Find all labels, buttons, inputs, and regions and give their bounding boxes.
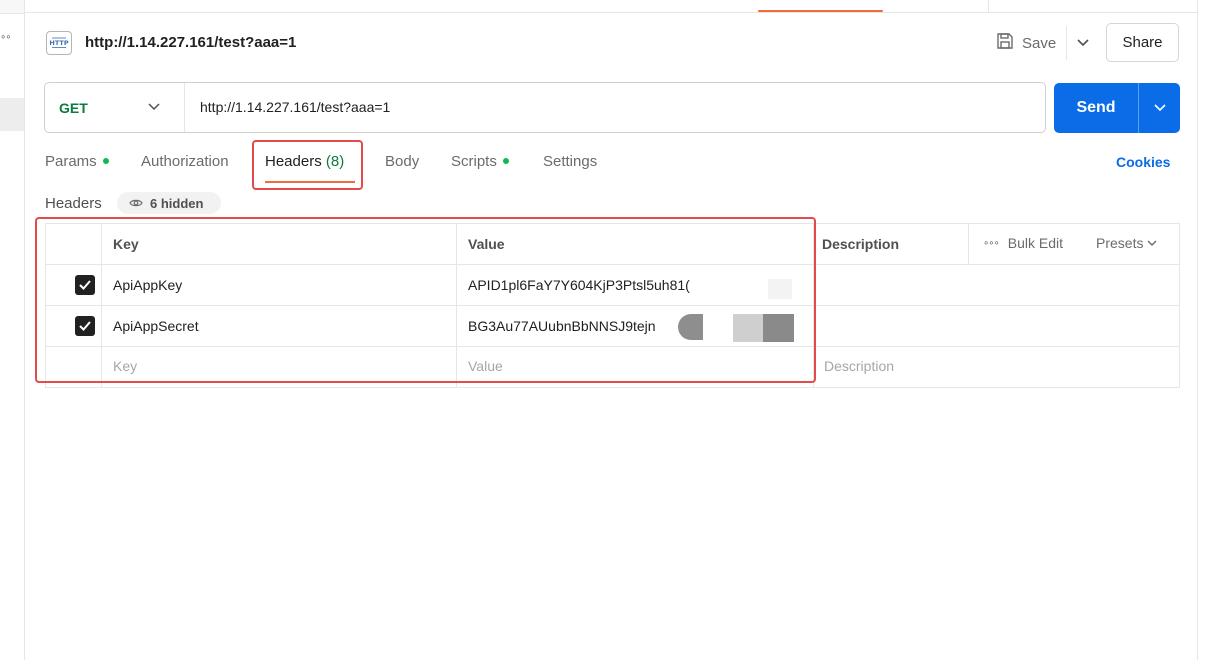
redaction-block (678, 314, 703, 340)
svg-text:HTTP: HTTP (49, 39, 68, 47)
redaction-block (733, 314, 763, 342)
more-dots-icon: ∘∘∘ (983, 237, 1000, 249)
tab-label: Params (45, 153, 97, 170)
column-header-key: Key (113, 236, 139, 252)
chevron-down-icon (1076, 39, 1089, 47)
cookies-link[interactable]: Cookies (1116, 154, 1170, 170)
header-value-cell[interactable]: BG3Au77AUubnBbNNSJ9tejn (468, 318, 656, 334)
new-key-input[interactable]: Key (113, 358, 137, 374)
row-divider (45, 346, 1180, 347)
tab-params[interactable]: Params (45, 153, 109, 170)
left-sidebar-rail: ∘∘ (0, 0, 25, 660)
presets-dropdown[interactable]: Presets (1096, 235, 1157, 251)
column-header-description: Description (822, 236, 900, 252)
header-key-cell[interactable]: ApiAppSecret (113, 318, 199, 334)
tab-strip-divider (988, 0, 989, 12)
header-key-cell[interactable]: ApiAppKey (113, 277, 182, 293)
bulk-edit-button[interactable]: ∘∘∘ Bulk Edit (983, 235, 1063, 251)
hidden-headers-toggle[interactable]: 6 hidden (117, 192, 221, 214)
header-value-cell[interactable]: APID1pl6FaY7Y604KjP3Ptsl5uh81( (468, 277, 713, 293)
sidebar-selected-item[interactable] (0, 98, 24, 131)
column-divider (456, 223, 457, 388)
active-request-tab-indicator[interactable] (758, 10, 883, 12)
chevron-down-icon (1153, 104, 1166, 112)
row-divider (45, 305, 1180, 306)
send-button[interactable]: Send (1054, 83, 1180, 133)
method-select[interactable]: GET (45, 83, 185, 132)
bulk-edit-label: Bulk Edit (1007, 235, 1064, 251)
headers-table: Key Value Description ∘∘∘ Bulk Edit Pres… (45, 223, 1180, 388)
redaction-block (768, 279, 792, 299)
status-dot-icon (502, 158, 509, 164)
rail-top-strip (0, 0, 24, 14)
method-label: GET (59, 99, 88, 116)
request-title[interactable]: http://1.14.227.161/test?aaa=1 (85, 34, 296, 51)
tab-label: Scripts (451, 153, 497, 170)
more-options-icon[interactable]: ∘∘ (0, 32, 11, 43)
tab-settings[interactable]: Settings (543, 153, 597, 170)
tab-label: Settings (543, 153, 598, 170)
header-count-badge: (8) (325, 153, 345, 170)
active-tab-underline (265, 181, 355, 183)
request-tab-strip (25, 0, 1197, 13)
send-options-button[interactable] (1139, 83, 1180, 133)
save-button[interactable]: Save (987, 26, 1065, 60)
column-divider (968, 223, 969, 264)
row-enabled-checkbox[interactable] (75, 316, 95, 336)
column-divider (101, 223, 102, 388)
tab-headers[interactable]: Headers (8) (265, 153, 344, 170)
headers-section-label: Headers (45, 195, 102, 212)
tab-body[interactable]: Body (385, 153, 419, 170)
new-description-input[interactable]: Description (824, 358, 894, 374)
checkmark-icon (79, 321, 91, 331)
tab-scripts[interactable]: Scripts (451, 153, 509, 170)
url-input[interactable]: http://1.14.227.161/test?aaa=1 (200, 99, 390, 115)
tab-label: Authorization (141, 153, 229, 170)
column-divider (813, 223, 814, 388)
eye-icon (129, 199, 143, 207)
presets-label: Presets (1096, 235, 1144, 251)
row-divider (45, 264, 1180, 265)
tab-authorization[interactable]: Authorization (141, 153, 229, 170)
chevron-down-icon (148, 103, 160, 111)
url-bar: GET http://1.14.227.161/test?aaa=1 (44, 82, 1046, 133)
status-dot-icon (102, 158, 109, 164)
tab-label: Body (385, 153, 420, 170)
http-icon: HTTP (46, 31, 72, 55)
row-enabled-checkbox[interactable] (75, 275, 95, 295)
send-label: Send (1076, 99, 1116, 116)
checkmark-icon (79, 280, 91, 290)
share-button[interactable]: Share (1106, 23, 1179, 62)
save-icon (995, 31, 1015, 55)
column-header-value: Value (468, 236, 505, 252)
new-value-input[interactable]: Value (468, 358, 503, 374)
tab-label: Headers (265, 153, 322, 170)
save-options-button[interactable] (1066, 26, 1098, 60)
save-label: Save (1022, 34, 1057, 52)
redaction-block (763, 314, 794, 342)
right-panel-divider (1197, 0, 1198, 660)
chevron-down-icon (1147, 240, 1157, 246)
hidden-count-label: 6 hidden (150, 195, 204, 211)
